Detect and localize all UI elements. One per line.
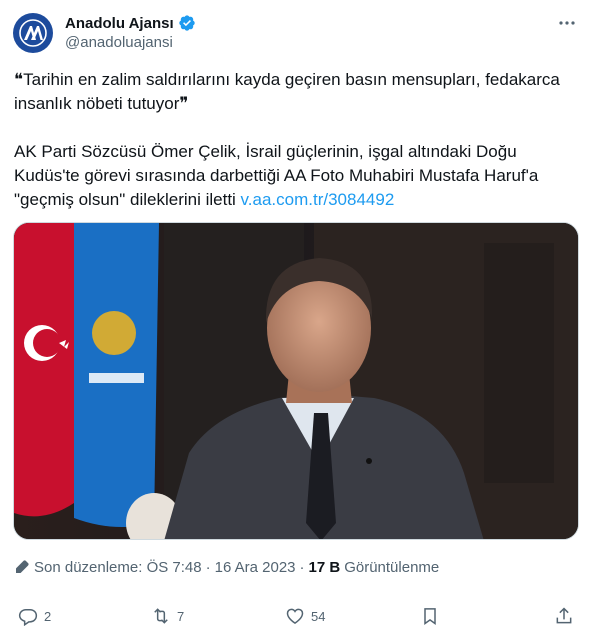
separator-dot: ·: [205, 558, 211, 576]
body-line: Kudüs'te görevi sırasında darbettiği AA …: [14, 166, 539, 185]
reply-icon: [18, 609, 38, 626]
body-line: AK Parti Sözcüsü Ömer Çelik, İsrail güçl…: [14, 142, 517, 161]
body-line: "geçmiş olsun" dileklerini iletti v.aa.c…: [14, 188, 580, 212]
repost-count: 7: [177, 608, 185, 624]
action-bar: 2 7 54: [0, 600, 592, 634]
quote-line: ❝Tarihin en zalim saldırılarını kayda ge…: [14, 70, 560, 89]
edited-label[interactable]: Son düzenleme: ÖS 7:48: [34, 559, 202, 576]
article-link[interactable]: v.aa.com.tr/3084492: [241, 190, 395, 209]
avatar[interactable]: [13, 13, 53, 53]
quote-line: insanlık nöbeti tutuyor❞: [14, 94, 189, 113]
share-icon: [556, 607, 572, 624]
author-name-row[interactable]: Anadolu Ajansı: [65, 13, 196, 33]
like-count: 54: [311, 608, 326, 624]
tweet-text: ❝Tarihin en zalim saldırılarını kayda ge…: [14, 68, 580, 212]
like-button[interactable]: 54: [285, 606, 325, 626]
bookmark-icon: [424, 608, 436, 625]
share-button[interactable]: [554, 606, 574, 626]
aa-logo-icon: [19, 19, 47, 47]
pencil-icon: [16, 560, 29, 573]
tweet-card: Anadolu Ajansı @anadoluajansi ❝Tarihin e…: [0, 0, 592, 638]
author-handle[interactable]: @anadoluajansi: [65, 34, 173, 51]
body-line-prefix: "geçmiş olsun" dileklerini iletti: [14, 190, 241, 209]
views-label: Görüntülenme: [344, 558, 440, 576]
photo-image: [14, 223, 578, 539]
heart-icon: [286, 608, 304, 624]
repost-icon: [154, 608, 168, 624]
repost-button[interactable]: 7: [151, 606, 184, 626]
tweet-date[interactable]: 16 Ara 2023: [215, 559, 296, 576]
tweet-photo[interactable]: [13, 222, 579, 540]
reply-count: 2: [44, 608, 52, 624]
tweet-meta: Son düzenleme: ÖS 7:48 · 16 Ara 2023 · 1…: [14, 557, 439, 577]
bookmark-button[interactable]: [420, 606, 440, 626]
more-options-button[interactable]: [556, 12, 578, 34]
verified-badge-icon: [178, 15, 195, 31]
more-dots-icon: [559, 21, 575, 25]
author-display-name[interactable]: Anadolu Ajansı: [65, 15, 174, 32]
reply-button[interactable]: 2: [18, 606, 51, 626]
separator-dot: ·: [299, 558, 305, 576]
views-count: 17 B: [308, 558, 341, 576]
